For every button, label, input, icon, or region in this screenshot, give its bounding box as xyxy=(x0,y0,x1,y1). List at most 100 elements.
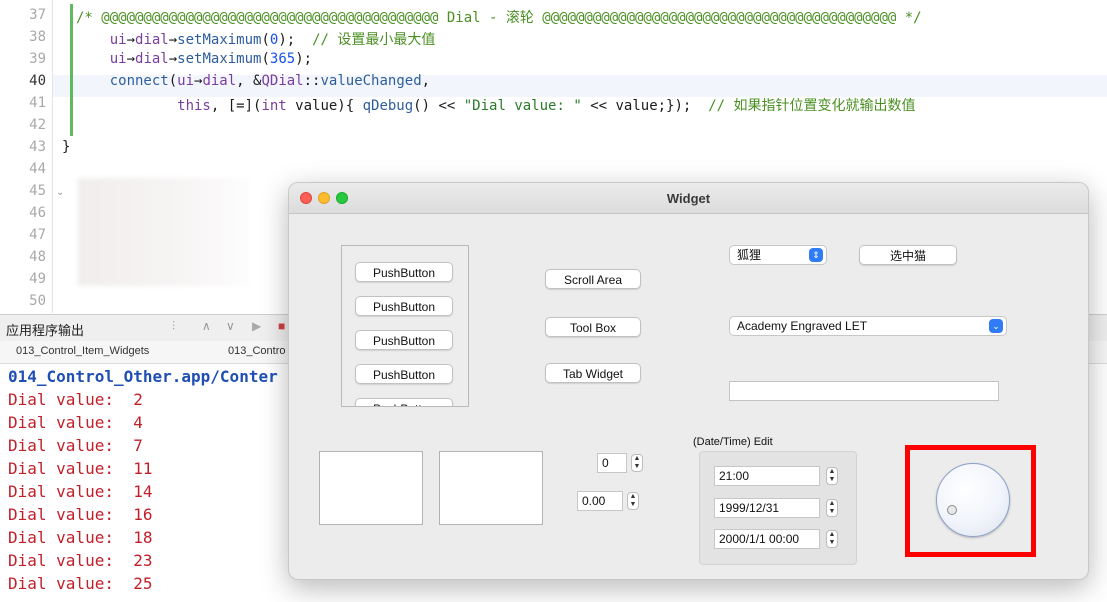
code-token: ui xyxy=(76,51,127,67)
line-number: 38 xyxy=(29,29,46,45)
run-icon[interactable]: ▶ xyxy=(252,319,261,333)
line-number: 48 xyxy=(29,249,46,265)
output-line: Dial value: 2 xyxy=(8,390,143,409)
chevron-up-icon[interactable]: ∧ xyxy=(202,319,211,333)
animal-combo[interactable]: 狐狸 ⇕ xyxy=(729,245,827,265)
code-token: → xyxy=(168,32,178,48)
line-number: 46 xyxy=(29,205,46,221)
stop-icon[interactable]: ■ xyxy=(278,319,285,333)
int-spin-box[interactable]: 0 ▲ ▼ xyxy=(597,453,643,473)
line-number: 41 xyxy=(29,95,46,111)
code-token: , xyxy=(421,73,431,89)
push-button[interactable]: PushButton xyxy=(355,364,453,384)
output-line: Dial value: 7 xyxy=(8,436,143,455)
font-combo[interactable]: Academy Engraved LET ⌄ xyxy=(729,316,1007,336)
code-token: ); xyxy=(295,51,313,67)
output-tab[interactable]: 013_Contro xyxy=(228,345,286,357)
datetime-edit-label: (Date/Time) Edit xyxy=(693,436,773,448)
code-token: → xyxy=(126,51,136,67)
filter-icon[interactable]: ⫶ xyxy=(172,319,175,334)
push-button[interactable]: PushButton xyxy=(355,262,453,282)
code-token: → xyxy=(168,51,178,67)
output-line: Dial value: 4 xyxy=(8,413,143,432)
output-line: Dial value: 11 xyxy=(8,459,153,478)
fold-chevron-icon[interactable]: ⌄ xyxy=(56,187,64,198)
output-line: Dial value: 25 xyxy=(8,574,153,593)
code-line: this, [=](int value){ qDebug() << "Dial … xyxy=(76,95,915,115)
line-number: 42 xyxy=(29,117,46,133)
code-token: ( xyxy=(168,73,178,89)
tool-box-button[interactable]: Tool Box xyxy=(545,317,641,337)
double-spin-value[interactable]: 0.00 xyxy=(577,491,623,511)
spin-arrows-icon[interactable]: ▲ ▼ xyxy=(627,492,639,510)
scroll-area-frame[interactable]: PushButton PushButton PushButton PushBut… xyxy=(341,245,469,407)
spin-arrows-icon[interactable]: ▲ ▼ xyxy=(826,499,838,517)
spin-arrows-icon[interactable]: ▲ ▼ xyxy=(826,467,838,485)
code-line: /* @@@@@@@@@@@@@@@@@@@@@@@@@@@@@@@@@@@@@… xyxy=(76,7,922,27)
push-button[interactable]: PushButton xyxy=(355,296,453,316)
tab-widget-button[interactable]: Tab Widget xyxy=(545,363,641,383)
datetime-group: 21:00 ▲ ▼ 1999/12/31 ▲ ▼ 2000/1/1 00:00 ▲ ▼ xyxy=(699,451,857,565)
output-line: Dial value: 23 xyxy=(8,551,153,570)
code-token: /* @@@@@@@@@@@@@@@@@@@@@@@@@@@@@@@@@@@@@… xyxy=(76,10,922,26)
output-line: Dial value: 18 xyxy=(8,528,153,547)
code-token: 365 xyxy=(269,51,296,67)
frame-box-right xyxy=(439,451,543,525)
updown-chevron-icon: ⇕ xyxy=(809,248,823,262)
gutter-divider xyxy=(52,0,53,313)
datetime-edit[interactable]: 2000/1/1 00:00 ▲ ▼ xyxy=(714,529,840,549)
code-token: << value;}); xyxy=(581,98,709,114)
code-token: dial xyxy=(135,32,169,48)
output-tab[interactable]: 013_Control_Item_Widgets xyxy=(16,345,149,357)
line-number: 40 xyxy=(29,73,46,89)
change-indicator-bar xyxy=(70,4,73,136)
code-token: ui xyxy=(76,32,127,48)
line-number: 37 xyxy=(29,7,46,23)
push-button[interactable]: PushButton xyxy=(355,330,453,350)
line-edit[interactable] xyxy=(729,381,999,401)
code-token: qDebug xyxy=(362,98,414,114)
time-edit-value[interactable]: 21:00 xyxy=(714,466,820,486)
window-titlebar[interactable]: Widget xyxy=(289,183,1088,214)
code-token: setMaximum xyxy=(177,51,262,67)
date-edit[interactable]: 1999/12/31 ▲ ▼ xyxy=(714,498,840,518)
code-token: int xyxy=(261,98,287,114)
code-token: this xyxy=(76,98,211,114)
output-title: 应用程序输出 xyxy=(6,323,85,338)
select-cat-button[interactable]: 选中猫 xyxy=(859,245,957,265)
spin-arrows-icon[interactable]: ▲ ▼ xyxy=(826,530,838,548)
code-token: () << xyxy=(413,98,464,114)
code-token: setMaximum xyxy=(177,32,262,48)
line-number: 50 xyxy=(29,293,46,309)
output-line: Dial value: 16 xyxy=(8,505,153,524)
code-token: connect xyxy=(76,73,169,89)
double-spin-box[interactable]: 0.00 ▲ ▼ xyxy=(577,491,643,511)
frame-box-left xyxy=(319,451,423,525)
chevron-down-icon[interactable]: ∨ xyxy=(226,319,235,333)
dial-knob[interactable] xyxy=(936,463,1010,537)
line-number: 49 xyxy=(29,271,46,287)
code-token: , [=]( xyxy=(210,98,262,114)
code-token: ui xyxy=(177,73,195,89)
font-combo-value: Academy Engraved LET xyxy=(737,319,868,333)
spin-arrows-icon[interactable]: ▲ ▼ xyxy=(631,454,643,472)
code-token: ); xyxy=(278,32,313,48)
widget-window: Widget PushButton PushButton PushButton … xyxy=(288,182,1089,580)
blurred-region xyxy=(78,178,250,286)
push-button[interactable]: PushButton xyxy=(355,398,453,406)
window-title: Widget xyxy=(666,191,711,206)
code-token: QDial xyxy=(261,73,304,89)
code-line: ui→dial→setMaximum(365); xyxy=(76,51,312,67)
int-spin-value[interactable]: 0 xyxy=(597,453,627,473)
code-token: value){ xyxy=(286,98,363,114)
date-edit-value[interactable]: 1999/12/31 xyxy=(714,498,820,518)
time-edit[interactable]: 21:00 ▲ ▼ xyxy=(714,466,840,486)
line-number: 39 xyxy=(29,51,46,67)
code-token: // 设置最小最大值 xyxy=(312,32,436,48)
code-token: "Dial value: " xyxy=(463,98,582,114)
output-line: Dial value: 14 xyxy=(8,482,153,501)
scroll-area-button[interactable]: Scroll Area xyxy=(545,269,641,289)
dial-highlight-box xyxy=(905,445,1036,557)
code-line: ui→dial→setMaximum(0); // 设置最小最大值 xyxy=(76,29,436,49)
datetime-edit-value[interactable]: 2000/1/1 00:00 xyxy=(714,529,820,549)
